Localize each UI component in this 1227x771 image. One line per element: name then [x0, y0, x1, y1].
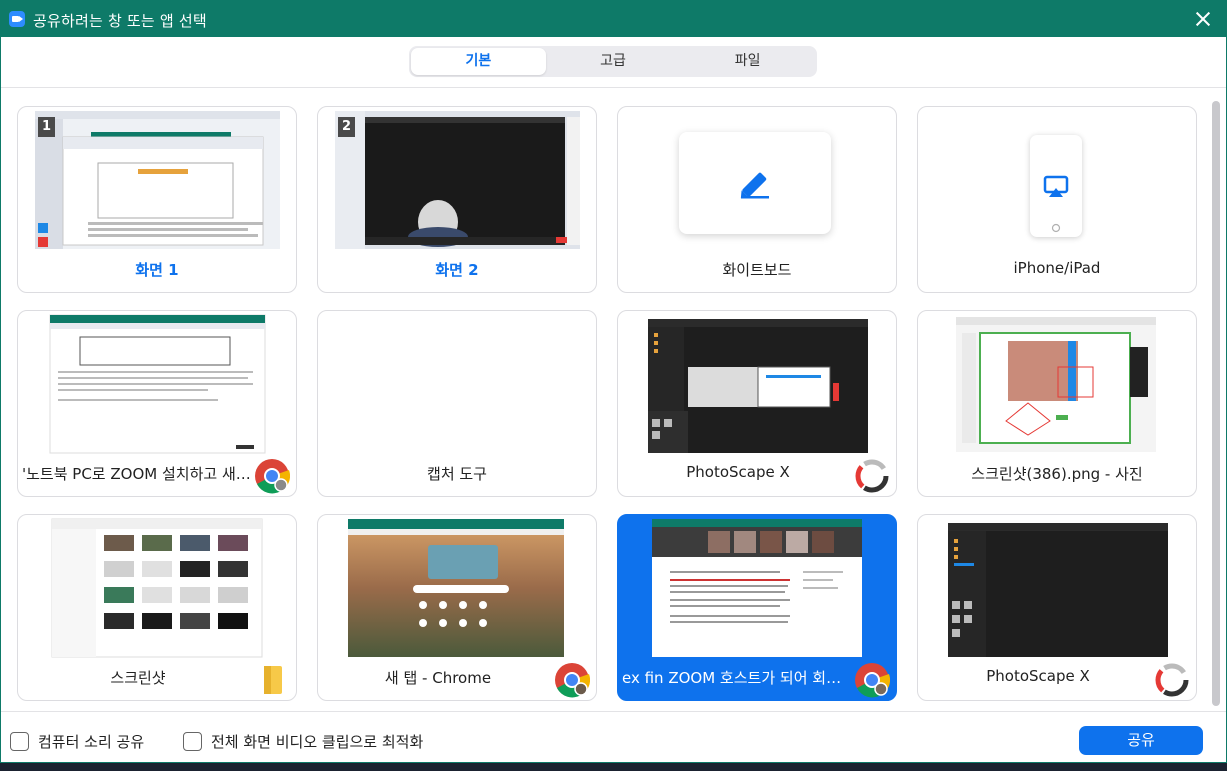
divider: [1, 87, 1226, 88]
tab-basic[interactable]: 기본: [411, 48, 546, 75]
checkbox-box[interactable]: [10, 732, 29, 751]
card-label: 화이트보드: [722, 261, 792, 279]
window-thumbnail: [49, 314, 266, 454]
card-label: 새 탭 - Chrome: [384, 669, 492, 687]
share-card-new-tab-chrome[interactable]: 새 탭 - Chrome: [317, 514, 597, 701]
card-label: ex fin ZOOM 호스트가 되어 회의 ...: [622, 669, 859, 687]
footer-divider: [1, 711, 1226, 712]
share-card-screen-2[interactable]: 2 화면 2: [317, 106, 597, 293]
scrollbar[interactable]: [1212, 101, 1220, 706]
share-card-chrome-zoom-host[interactable]: ex fin ZOOM 호스트가 되어 회의 ...: [617, 514, 897, 701]
screen-1-thumbnail: [35, 111, 280, 249]
share-computer-sound-checkbox[interactable]: 컴퓨터 소리 공유: [10, 731, 144, 752]
checkbox-label: 컴퓨터 소리 공유: [38, 733, 145, 751]
window-thumbnail: [648, 319, 868, 453]
share-card-iphone-ipad[interactable]: iPhone/iPad: [917, 106, 1197, 293]
screen-number-badge: 1: [38, 117, 55, 137]
screen-number-badge: 2: [338, 117, 355, 137]
tab-files[interactable]: 파일: [680, 48, 815, 75]
card-label: 스크린샷: [110, 669, 166, 687]
card-label: 스크린샷(386).png - 사진: [971, 465, 1143, 483]
share-card-photoscape-2[interactable]: PhotoScape X: [917, 514, 1197, 701]
window-title: 공유하려는 창 또는 앱 선택: [33, 12, 207, 30]
share-dialog: 공유하려는 창 또는 앱 선택 기본 고급 파일 1 화면 1 2 화면 2 화…: [0, 0, 1227, 763]
share-card-snipping-tool[interactable]: 캡처 도구: [317, 310, 597, 497]
window-thumbnail: [51, 518, 263, 658]
airplay-icon: [1043, 175, 1069, 233]
card-label: PhotoScape X: [686, 463, 790, 481]
card-label: iPhone/iPad: [1013, 259, 1101, 277]
card-label: PhotoScape X: [986, 667, 1090, 685]
share-card-screenshots-folder[interactable]: 스크린샷: [17, 514, 297, 701]
card-label: '노트북 PC로 ZOOM 설치하고 새 ...: [22, 465, 255, 483]
window-thumbnail: [956, 317, 1156, 452]
screen-2-thumbnail: [335, 111, 580, 249]
tab-advanced[interactable]: 고급: [546, 48, 681, 75]
close-icon[interactable]: [1192, 8, 1214, 30]
card-label: 화면 2: [435, 261, 479, 279]
window-thumbnail: [948, 523, 1168, 657]
share-card-photos-screenshot[interactable]: 스크린샷(386).png - 사진: [917, 310, 1197, 497]
iphone-preview: [1030, 135, 1082, 237]
pencil-icon: [740, 172, 769, 199]
whiteboard-preview: [679, 132, 831, 234]
window-thumbnail: [348, 519, 564, 657]
window-thumbnail: [652, 519, 862, 657]
title-bar: 공유하려는 창 또는 앱 선택: [1, 1, 1226, 37]
share-card-photoscape-1[interactable]: PhotoScape X: [617, 310, 897, 497]
checkbox-box[interactable]: [183, 732, 202, 751]
share-card-whiteboard[interactable]: 화이트보드: [617, 106, 897, 293]
share-card-chrome-notebook[interactable]: '노트북 PC로 ZOOM 설치하고 새 ...: [17, 310, 297, 497]
share-card-screen-1[interactable]: 1 화면 1: [17, 106, 297, 293]
card-label: 캡처 도구: [427, 465, 487, 483]
checkbox-label: 전체 화면 비디오 클립으로 최적화: [211, 733, 424, 751]
share-button[interactable]: 공유: [1079, 726, 1203, 755]
desktop-background: [0, 763, 1227, 771]
optimize-video-checkbox[interactable]: 전체 화면 비디오 클립으로 최적화: [183, 731, 423, 752]
share-tabs: 기본 고급 파일: [409, 46, 817, 77]
card-label: 화면 1: [135, 261, 179, 279]
zoom-logo-icon: [9, 11, 25, 27]
